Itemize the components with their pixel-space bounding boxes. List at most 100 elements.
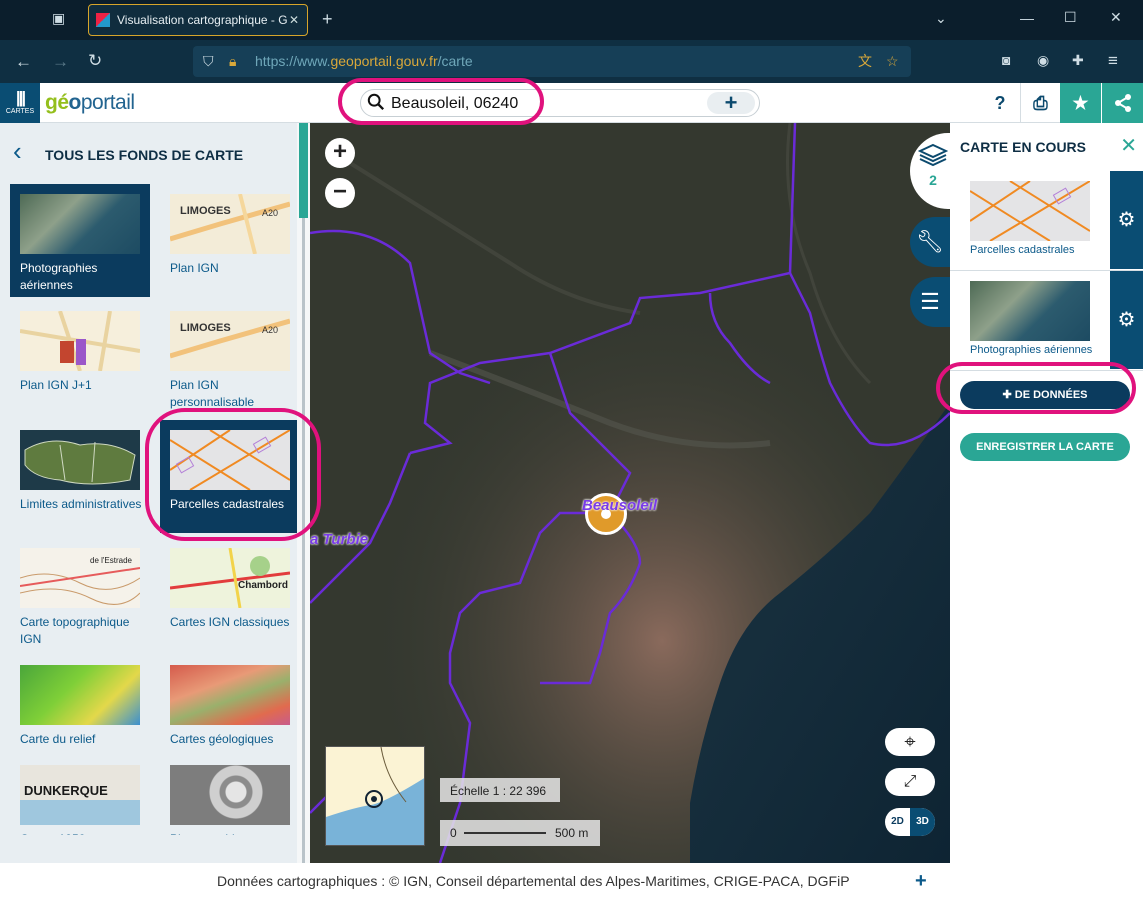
tab-overview-icon[interactable]: ▣ xyxy=(52,10,65,27)
card-label: Cartes IGN classiques xyxy=(170,615,290,629)
checklist-icon: ☰ xyxy=(920,289,940,314)
browser-tab-bar: ▣ Visualisation cartographique - G ✕ + ⌄… xyxy=(0,0,1143,40)
menu-icon[interactable]: ≡ xyxy=(1108,51,1118,71)
basemap-card-geologiques[interactable]: Cartes géologiques xyxy=(160,655,300,770)
basemap-card-photos[interactable]: Photographies aériennes xyxy=(10,184,150,297)
overview-minimap[interactable] xyxy=(325,746,425,846)
scale-distance: 500 m xyxy=(555,826,589,840)
scale-ratio-text: Échelle 1 : 22 396 xyxy=(450,784,547,798)
help-button[interactable]: ? xyxy=(980,83,1020,123)
map-view[interactable]: + − Beausoleil a Turbie Échelle 1 : 22 3… xyxy=(310,123,950,863)
lock-icon[interactable]: 🔒︎ xyxy=(229,46,236,77)
print-icon: ⎙ xyxy=(1033,93,1048,113)
add-data-label: DE DONNÉES xyxy=(1014,389,1088,401)
expand-icon: ⤢ xyxy=(903,773,917,790)
attribution-text: Données cartographiques : © IGN, Conseil… xyxy=(217,873,850,889)
sidebar-scrollbar[interactable] xyxy=(297,123,310,863)
browser-toolbar: ← → ↻ ⛉ 🔒︎ https://www.geoportail.gouv.f… xyxy=(0,40,1143,83)
minimize-icon[interactable]: — xyxy=(1020,10,1034,26)
forward-icon[interactable]: → xyxy=(52,52,69,72)
mode-3d[interactable]: 3D xyxy=(910,808,935,836)
basemap-card-parcelles[interactable]: Parcelles cadastrales xyxy=(160,420,300,533)
scale-ratio: Échelle 1 : 22 396 xyxy=(440,778,560,802)
basemap-card-plan-ign-j1[interactable]: Plan IGN J+1 xyxy=(10,301,150,416)
gear-icon[interactable]: ⚙ xyxy=(1110,271,1143,369)
search-box[interactable]: + xyxy=(360,89,760,117)
back-chevron-icon[interactable]: ‹ xyxy=(13,136,22,167)
logo-part-portail: portail xyxy=(80,91,135,114)
basemap-card-plan-ign[interactable]: LIMOGES A20 Plan IGN xyxy=(160,184,300,299)
mode-2d[interactable]: 2D xyxy=(885,808,910,836)
thumb-a20: A20 xyxy=(262,208,278,218)
browser-tab[interactable]: Visualisation cartographique - G ✕ xyxy=(88,4,308,36)
close-icon[interactable]: ✕ xyxy=(1120,133,1137,158)
save-map-button[interactable]: ENREGISTRER LA CARTE xyxy=(960,433,1130,461)
scrollbar-thumb[interactable] xyxy=(299,123,308,218)
add-data-button[interactable]: ✚ DE DONNÉES xyxy=(960,381,1130,409)
cartes-menu-button[interactable]: ||| CARTES xyxy=(0,83,40,123)
scrollbar-track xyxy=(302,218,305,863)
share-icon xyxy=(1114,94,1131,112)
map1950-thumbnail: DUNKERQUE xyxy=(20,765,140,825)
place-label-beausoleil: Beausoleil xyxy=(582,497,658,514)
account-icon[interactable]: ◉ xyxy=(1037,52,1049,69)
translate-icon[interactable]: 文 xyxy=(858,46,872,77)
minimap-graphic xyxy=(326,747,424,845)
thumb-limoges-2: LIMOGES xyxy=(180,322,231,334)
card-label: Carte du relief xyxy=(20,732,96,746)
layer-row-photos[interactable]: Photographies aériennes ⚙ xyxy=(950,271,1143,371)
url-prefix: https://www. xyxy=(255,53,331,69)
zoom-out-button[interactable]: − xyxy=(325,178,355,208)
search-icon[interactable] xyxy=(367,93,385,111)
geol-thumbnail xyxy=(170,665,290,725)
chevron-down-icon[interactable]: ⌄ xyxy=(935,10,947,27)
basemap-card-topo[interactable]: de l'Estrade Carte topographique IGN xyxy=(10,538,150,653)
url-domain: geoportail.gouv.fr xyxy=(330,53,438,69)
card-label: Photographies aériennes xyxy=(20,261,98,292)
sidebar-title: TOUS LES FONDS DE CARTE xyxy=(45,147,244,163)
search-options-button[interactable]: + xyxy=(707,92,755,114)
basemap-card-plan-perso[interactable]: LIMOGES A20 Plan IGN personnalisable xyxy=(160,301,300,416)
search-input[interactable] xyxy=(391,93,691,115)
share-button[interactable] xyxy=(1101,83,1143,123)
basemap-card-limites[interactable]: Limites administratives xyxy=(10,420,150,535)
bookmark-star-icon[interactable]: ☆ xyxy=(886,46,899,77)
pocket-icon[interactable]: ◙ xyxy=(1002,52,1010,68)
topo-graphic: de l'Estrade xyxy=(20,556,140,605)
thumb-a20-2: A20 xyxy=(262,325,278,335)
geolocate-button[interactable]: ⌖ xyxy=(885,728,935,756)
save-map-label: ENREGISTRER LA CARTE xyxy=(976,441,1114,453)
print-button[interactable]: ⎙ xyxy=(1020,83,1060,123)
zoom-in-button[interactable]: + xyxy=(325,138,355,168)
gear-icon[interactable]: ⚙ xyxy=(1110,171,1143,269)
scale-line xyxy=(464,832,546,834)
address-bar[interactable]: ⛉ 🔒︎ https://www.geoportail.gouv.fr/cart… xyxy=(193,46,911,77)
tab-title: Visualisation cartographique - G xyxy=(117,13,288,27)
layer-row-parcelles[interactable]: Parcelles cadastrales ⚙ xyxy=(950,171,1143,271)
card-label: Plan IGN J+1 xyxy=(20,378,92,392)
new-tab-icon[interactable]: + xyxy=(322,9,333,30)
shield-icon[interactable]: ⛉ xyxy=(203,46,214,77)
fullscreen-button[interactable]: ⤢ xyxy=(885,768,935,796)
maximize-icon[interactable]: ☐ xyxy=(1064,9,1077,26)
map1950-graphic: DUNKERQUE xyxy=(20,783,140,825)
geoportail-logo[interactable]: géoportail xyxy=(45,91,135,115)
card-label: Carte topographique IGN xyxy=(20,615,130,646)
close-window-icon[interactable]: ✕ xyxy=(1110,9,1122,26)
plan-perso-graphic: LIMOGES A20 xyxy=(170,318,290,359)
view-mode-toggle[interactable]: 2D 3D xyxy=(885,808,935,836)
extensions-icon[interactable]: ✚ xyxy=(1072,52,1084,69)
card-label: Plan IGN xyxy=(170,261,219,275)
favorites-button[interactable]: ★ xyxy=(1060,83,1101,123)
reload-icon[interactable]: ↻ xyxy=(88,51,102,71)
plan-j1-thumbnail xyxy=(20,311,140,371)
back-icon[interactable]: ← xyxy=(15,52,32,72)
topo-thumbnail: de l'Estrade xyxy=(20,548,140,608)
layer-thumbnail-photos xyxy=(970,281,1090,341)
attribution-expand-icon[interactable]: + xyxy=(915,863,927,899)
basemap-card-classiques[interactable]: Chambord Cartes IGN classiques xyxy=(160,538,300,653)
limites-graphic xyxy=(24,440,136,485)
place-label-turbie: a Turbie xyxy=(310,531,369,548)
basemap-card-relief[interactable]: Carte du relief xyxy=(10,655,150,770)
close-tab-icon[interactable]: ✕ xyxy=(289,5,299,35)
